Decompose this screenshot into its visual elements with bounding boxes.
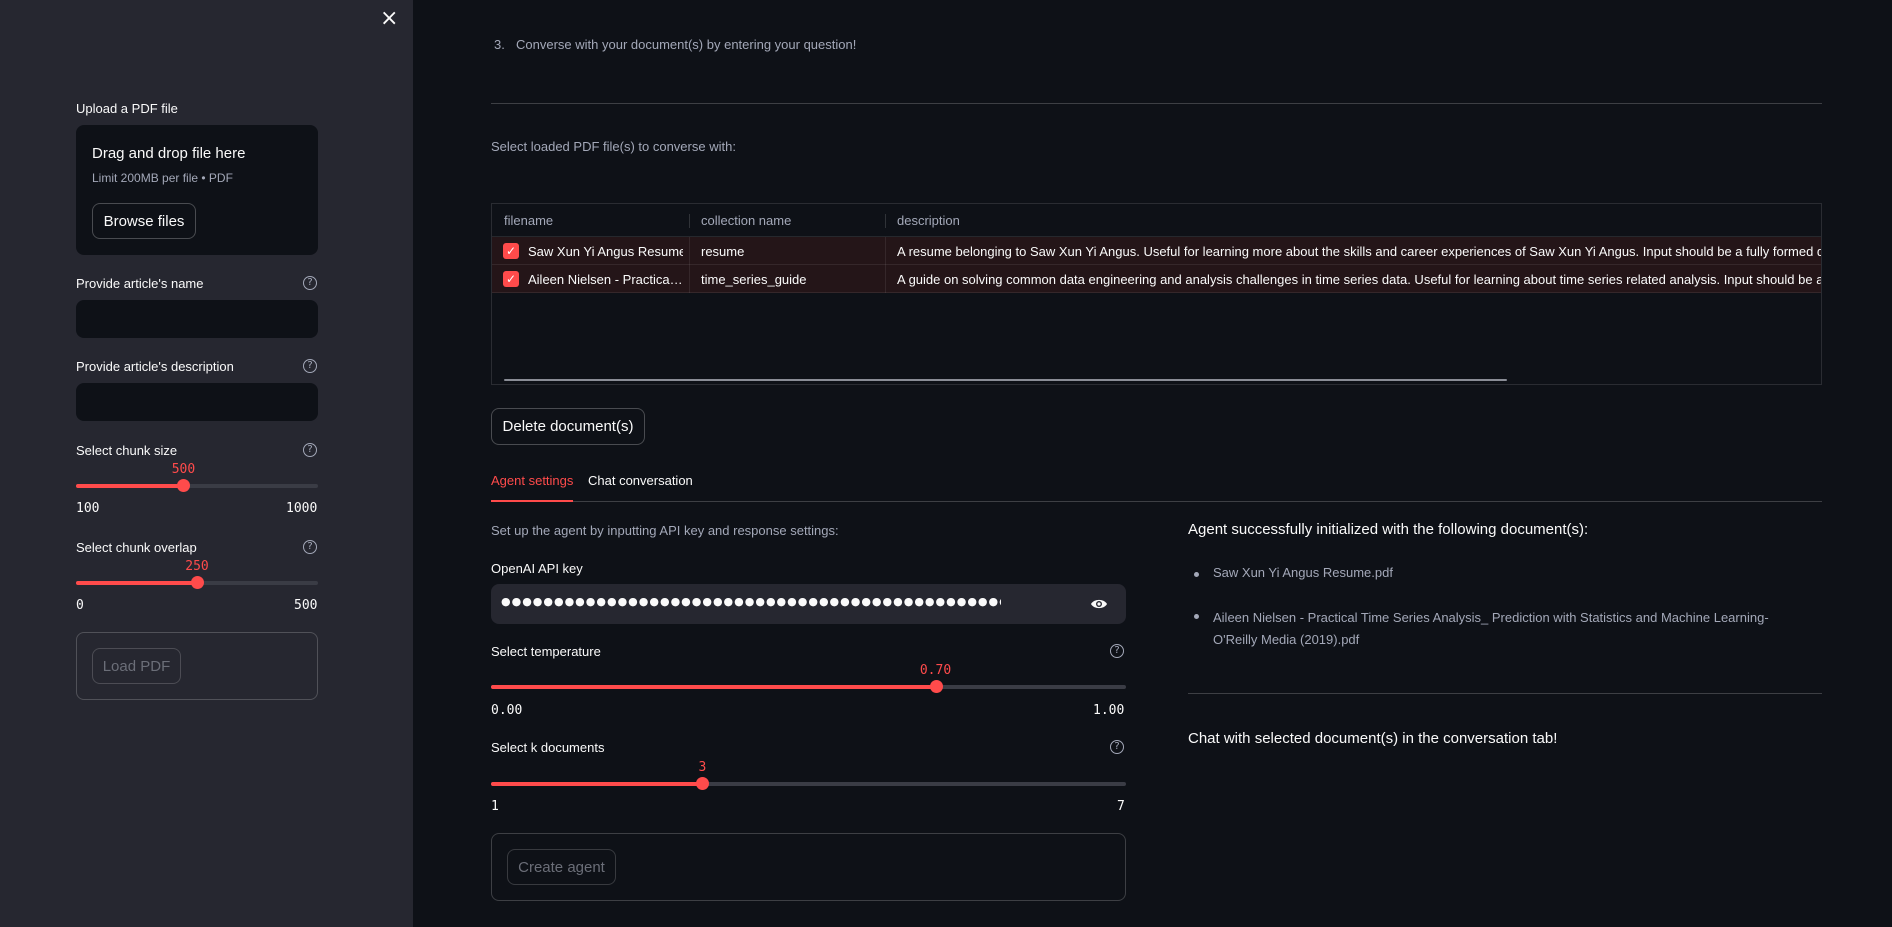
article-description-label: Provide article's description [76, 359, 234, 374]
cell-filename: Aileen Nielsen - Practica… [528, 272, 683, 287]
chunk-size-max: 1000 [286, 501, 318, 516]
api-key-input[interactable]: ●●●●●●●●●●●●●●●●●●●●●●●●●●●●●●●●●●●●●●●●… [491, 584, 1126, 624]
help-icon[interactable]: ? [1110, 644, 1124, 658]
list-bullet [1194, 614, 1199, 619]
chunk-overlap-max: 500 [294, 598, 318, 613]
article-name-input[interactable] [76, 300, 318, 338]
chunk-size-slider[interactable]: 500 [76, 462, 318, 492]
chunk-size-label: Select chunk size [76, 443, 178, 458]
list-item: Aileen Nielsen - Practical Time Series A… [1213, 610, 1769, 647]
upload-label: Upload a PDF file [76, 101, 178, 116]
k-documents-max: 7 [1117, 799, 1125, 814]
close-icon[interactable]: × [380, 6, 398, 31]
list-item: Saw Xun Yi Angus Resume.pdf [1213, 565, 1393, 580]
cell-border [885, 265, 886, 293]
slider-value: 500 [171, 462, 196, 477]
temperature-max: 1.00 [1093, 703, 1125, 718]
table-row[interactable]: ✓ Saw Xun Yi Angus Resume resume A resum… [492, 237, 1822, 265]
slider-fill [491, 685, 936, 689]
help-icon[interactable]: ? [303, 276, 317, 290]
table-header: filename collection name description [492, 204, 1821, 237]
chunk-overlap-slider[interactable]: 250 [76, 559, 318, 589]
column-header-description[interactable]: description [897, 213, 960, 228]
list-bullet [1194, 572, 1199, 577]
settings-intro: Set up the agent by inputting API key an… [491, 523, 839, 538]
temperature-label: Select temperature [491, 644, 601, 659]
row-checkbox[interactable]: ✓ [503, 271, 519, 287]
article-description-input[interactable] [76, 383, 318, 421]
help-icon[interactable]: ? [1110, 740, 1124, 754]
create-agent-button[interactable]: Create agent [507, 849, 616, 885]
slider-value: 250 [185, 559, 209, 574]
chunk-overlap-min: 0 [76, 598, 84, 613]
status-title: Agent successfully initialized with the … [1188, 521, 1589, 538]
divider [491, 103, 1822, 104]
delete-documents-button[interactable]: Delete document(s) [491, 408, 645, 445]
active-tab-indicator [491, 500, 573, 502]
main-content: 3. Converse with your document(s) by ent… [413, 0, 1892, 927]
file-dropzone[interactable]: Drag and drop file here Limit 200MB per … [76, 125, 318, 255]
row-checkbox[interactable]: ✓ [503, 243, 519, 259]
cell-border [689, 265, 690, 293]
load-form: Load PDF [76, 632, 318, 700]
cell-description: A resume belonging to Saw Xun Yi Angus. … [897, 244, 1822, 259]
column-header-collection[interactable]: collection name [701, 213, 791, 228]
help-icon[interactable]: ? [303, 540, 317, 554]
help-icon[interactable]: ? [303, 443, 317, 457]
k-documents-label: Select k documents [491, 740, 605, 755]
step-text: Converse with your document(s) by enteri… [516, 37, 857, 52]
api-key-label: OpenAI API key [491, 561, 583, 576]
select-files-label: Select loaded PDF file(s) to converse wi… [491, 139, 736, 154]
cell-collection: time_series_guide [701, 272, 807, 287]
k-documents-min: 1 [491, 799, 499, 814]
slider-fill [491, 782, 703, 786]
horizontal-scrollbar[interactable] [504, 379, 1507, 381]
slider-thumb[interactable] [929, 680, 943, 693]
article-name-label: Provide article's name [76, 276, 204, 291]
cell-border [689, 237, 690, 265]
chat-hint: Chat with selected document(s) in the co… [1188, 730, 1558, 747]
slider-thumb[interactable] [696, 777, 710, 790]
browse-files-button[interactable]: Browse files [92, 203, 196, 239]
load-pdf-button[interactable]: Load PDF [92, 648, 181, 684]
slider-thumb[interactable] [177, 479, 191, 492]
table-row[interactable]: ✓ Aileen Nielsen - Practica… time_series… [492, 265, 1821, 293]
tab-divider [491, 501, 1822, 502]
temperature-min: 0.00 [491, 703, 523, 718]
column-header-filename[interactable]: filename [504, 213, 553, 228]
chunk-overlap-label: Select chunk overlap [76, 540, 197, 555]
slider-value: 0.70 [919, 663, 952, 678]
tab-chat-conversation[interactable]: Chat conversation [588, 473, 693, 488]
cell-description: A guide on solving common data engineeri… [897, 272, 1821, 287]
api-key-value: ●●●●●●●●●●●●●●●●●●●●●●●●●●●●●●●●●●●●●●●●… [501, 595, 1001, 608]
help-icon[interactable]: ? [303, 359, 317, 373]
slider-thumb[interactable] [191, 576, 204, 589]
dropzone-hint: Limit 200MB per file • PDF [92, 171, 233, 185]
slider-value: 3 [698, 760, 707, 775]
tab-agent-settings[interactable]: Agent settings [491, 473, 573, 488]
divider [1188, 693, 1822, 694]
k-documents-slider[interactable]: 3 [491, 760, 1126, 790]
create-agent-form: Create agent [491, 833, 1126, 901]
chunk-size-min: 100 [76, 501, 100, 516]
documents-table[interactable]: filename collection name description ✓ S… [491, 203, 1822, 385]
sidebar: × Upload a PDF file Drag and drop file h… [0, 0, 413, 927]
cell-filename: Saw Xun Yi Angus Resume [528, 244, 683, 259]
column-separator [689, 214, 690, 228]
eye-icon[interactable] [1090, 596, 1108, 617]
cell-collection: resume [701, 244, 745, 259]
slider-fill [76, 581, 197, 585]
slider-fill [76, 484, 184, 488]
dropzone-title: Drag and drop file here [92, 145, 246, 162]
column-separator [885, 214, 886, 228]
step-number: 3. [494, 37, 505, 52]
cell-border [885, 237, 886, 265]
temperature-slider[interactable]: 0.70 [491, 663, 1126, 693]
